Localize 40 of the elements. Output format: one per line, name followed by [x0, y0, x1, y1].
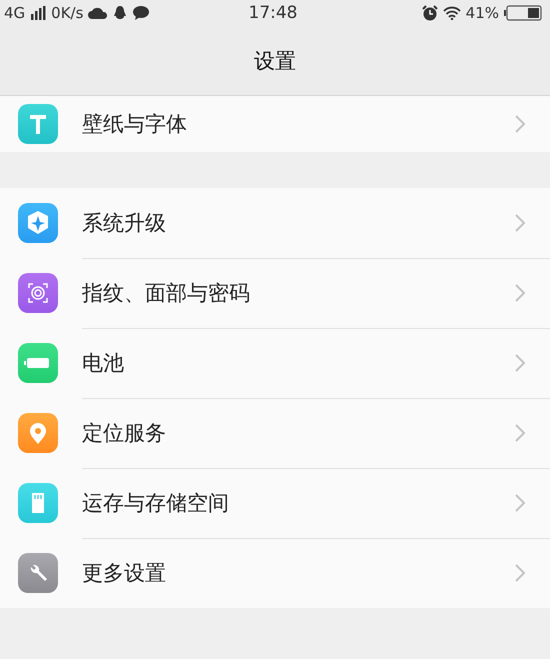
chevron-icon	[514, 114, 526, 134]
chevron-icon	[514, 492, 526, 512]
chevron-icon	[514, 282, 526, 302]
network-label: 4G	[4, 4, 26, 22]
settings-item[interactable]: 运存与存储空间	[0, 468, 550, 538]
cube-icon	[18, 203, 58, 243]
alarm-icon	[422, 5, 438, 21]
chevron-icon	[514, 352, 526, 372]
battery-icon	[504, 5, 542, 21]
signal-icon	[30, 6, 46, 20]
battery-icon	[18, 343, 58, 383]
settings-item[interactable]: 壁纸与字体	[0, 96, 550, 152]
penguin-icon	[113, 5, 128, 21]
speed-label: 0K/s	[51, 4, 84, 22]
settings-item[interactable]: 更多设置	[0, 538, 550, 608]
status-time: 17:48	[248, 3, 298, 23]
chat-icon	[132, 5, 150, 21]
battery-percent: 41%	[466, 4, 499, 22]
letter-icon	[18, 104, 58, 144]
wrench-icon	[18, 553, 58, 593]
sd-card-icon	[18, 483, 58, 523]
item-label: 指纹、面部与密码	[82, 280, 251, 306]
location-pin-icon	[18, 413, 58, 453]
settings-item[interactable]: 定位服务	[0, 398, 550, 468]
chevron-icon	[514, 563, 526, 583]
item-label: 运存与存储空间	[82, 490, 230, 516]
item-label: 系统升级	[82, 210, 167, 236]
item-label: 壁纸与字体	[82, 111, 188, 138]
item-label: 定位服务	[82, 420, 167, 446]
page-title: 设置	[254, 48, 296, 74]
settings-item[interactable]: 电池	[0, 328, 550, 398]
chevron-icon	[514, 212, 526, 232]
wifi-icon	[442, 6, 461, 20]
item-label: 电池	[82, 350, 125, 376]
item-label: 更多设置	[82, 560, 167, 587]
chevron-icon	[514, 422, 526, 442]
fingerprint-icon	[18, 273, 58, 313]
cloud-icon	[88, 6, 108, 20]
settings-item[interactable]: 指纹、面部与密码	[0, 258, 550, 328]
settings-item[interactable]: 系统升级	[0, 188, 550, 258]
